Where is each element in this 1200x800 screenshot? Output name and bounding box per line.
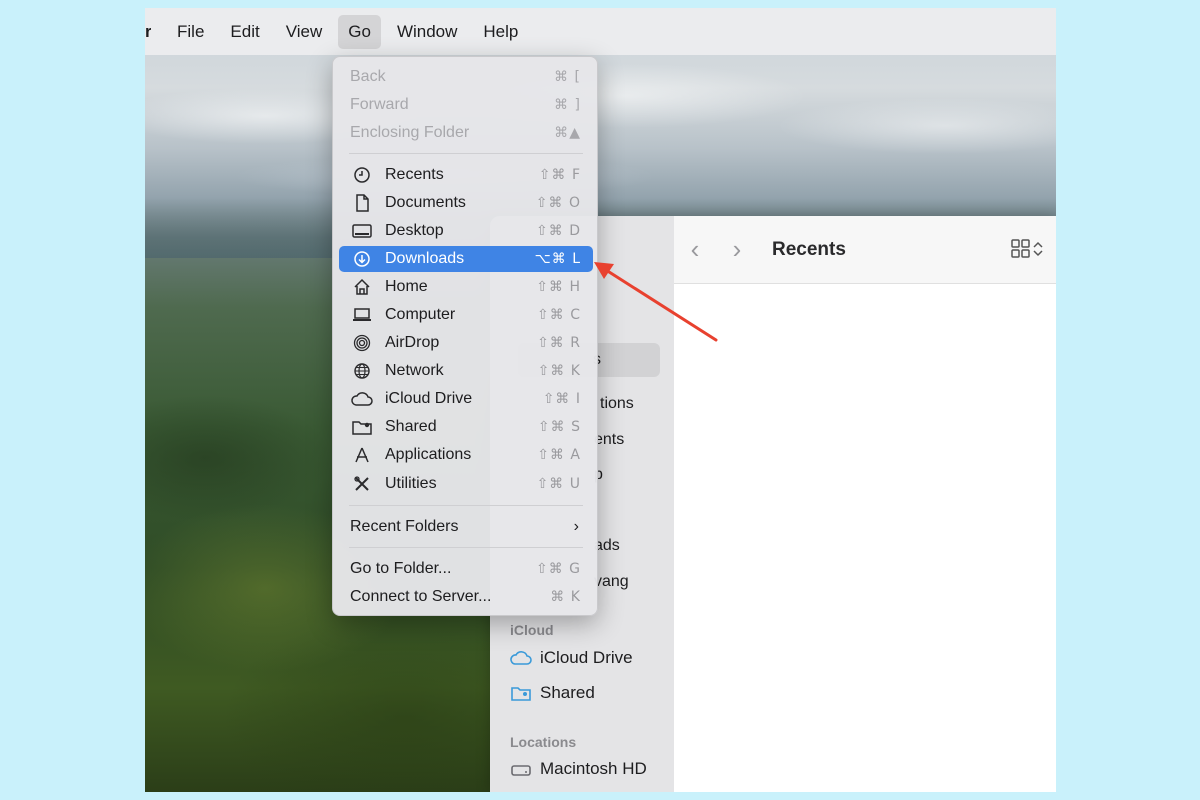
annotation-arrow: [594, 262, 718, 342]
